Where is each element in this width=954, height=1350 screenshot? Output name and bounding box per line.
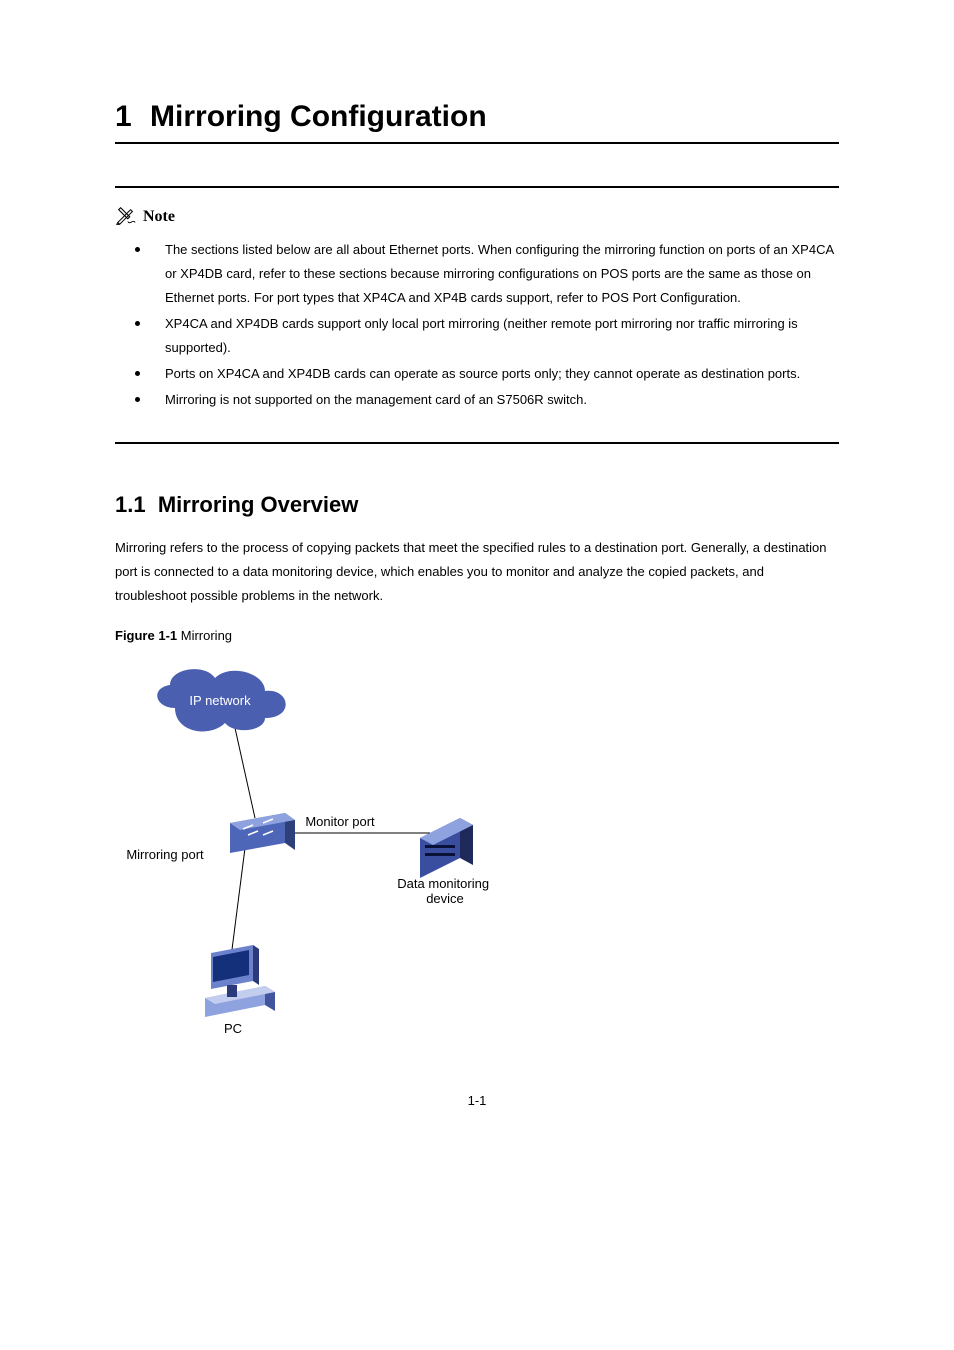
server-icon [420, 818, 473, 878]
note-block: Note The sections listed below are all a… [115, 186, 839, 444]
mirroring-port-label: Mirroring port [126, 847, 204, 862]
note-item: Mirroring is not supported on the manage… [143, 388, 839, 412]
figure: Figure 1-1 Mirroring IP network [115, 628, 839, 1043]
network-diagram: IP network [115, 653, 525, 1043]
section-heading: 1.1 Mirroring Overview [115, 492, 839, 518]
note-item: Ports on XP4CA and XP4DB cards can opera… [143, 362, 839, 386]
pc-label: PC [224, 1021, 242, 1036]
cloud-label: IP network [189, 693, 251, 708]
device-label-line1: Data monitoring [397, 876, 489, 891]
note-icon [115, 206, 137, 228]
pc-icon [205, 945, 275, 1017]
section-number: 1.1 [115, 492, 146, 517]
svg-text:Data monitoring devi: Data monitoring device [397, 876, 492, 906]
figure-number: Figure 1-1 [115, 628, 177, 643]
section-paragraph: Mirroring refers to the process of copyi… [115, 536, 839, 608]
chapter-number: 1 [115, 100, 132, 133]
note-item: XP4CA and XP4DB cards support only local… [143, 312, 839, 360]
note-list: The sections listed below are all about … [115, 238, 839, 412]
note-item: The sections listed below are all about … [143, 238, 839, 310]
switch-icon [230, 813, 295, 853]
device-label-line2: device [426, 891, 464, 906]
chapter-title-text: Mirroring Configuration [150, 100, 487, 133]
note-label: Note [143, 208, 175, 226]
note-header: Note [115, 206, 839, 228]
figure-caption: Figure 1-1 Mirroring [115, 628, 839, 643]
page-number: 1-1 [115, 1093, 839, 1108]
figure-caption-text: Mirroring [181, 628, 232, 643]
section-title: Mirroring Overview [158, 492, 359, 517]
chapter-title: 1 Mirroring Configuration [115, 100, 839, 144]
monitor-port-label: Monitor port [305, 814, 375, 829]
cloud-icon: IP network [157, 670, 285, 732]
